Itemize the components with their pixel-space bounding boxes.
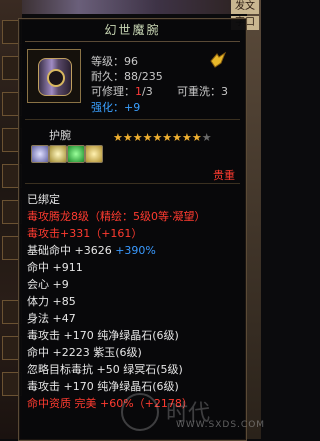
bound-status: 已绑定	[27, 193, 60, 206]
gem-icon-white[interactable]	[31, 145, 49, 163]
right-edge	[247, 0, 261, 439]
attribute-line: 基础命中 +3626 +390%	[27, 242, 156, 258]
attribute-line: 命中 +2223 紫玉(6级)	[27, 346, 142, 359]
enhance-row: 强化：+9	[91, 99, 140, 115]
attribute-line: 忽略目标毒抗 +50 绿冥石(5级)	[27, 363, 183, 376]
attribute-line: 毒攻击+331（+161）	[27, 227, 143, 240]
attribute-line: 毒攻击 +170 纯净绿晶石(6级)	[27, 329, 179, 342]
attribute-line: 体力 +85	[27, 295, 76, 308]
durability-label: 耐久：	[91, 70, 124, 83]
repairable-total: /3	[142, 85, 153, 98]
attribute-line: 毒攻击 +170 纯净绿晶石(6级)	[27, 380, 179, 393]
item-title: 幻世魔腕	[104, 23, 161, 37]
item-type: 护腕	[49, 129, 71, 142]
bracer-icon	[38, 58, 72, 96]
rewash-row: 可重洗：3	[177, 83, 228, 99]
level-row: 等级：96	[91, 53, 138, 69]
expensive-label: 贵重	[213, 169, 235, 182]
repairable-current: 1	[135, 85, 142, 98]
empty-star: ★	[201, 131, 212, 144]
enhance-value: +9	[124, 101, 141, 114]
top-strip	[0, 0, 261, 14]
section-divider	[25, 119, 240, 120]
attribute-line: 会心 +9	[27, 278, 69, 291]
aptitude-line: 命中资质 完美 +60%（+2178）	[27, 397, 193, 410]
item-tooltip: 幻世魔腕 等级：96 耐久：88/235 可修理：1/3 可重洗：3 强化：+9…	[18, 18, 247, 441]
rewash-label: 可重洗：	[177, 85, 221, 98]
star-rating: ★★★★★★★★★★	[113, 131, 212, 144]
repairable-row: 可修理：1/3	[91, 83, 153, 99]
attribute-line: 毒攻腾龙8级（精绘：5级0等·凝望）	[27, 210, 206, 223]
base-hit-text: 基础命中 +3626	[27, 244, 116, 257]
durability-row: 耐久：88/235	[91, 68, 163, 84]
gem-icon-green[interactable]	[67, 145, 85, 163]
item-icon-frame	[27, 49, 81, 103]
durability-value: 88/235	[124, 70, 163, 83]
filled-stars: ★★★★★★★★★	[113, 131, 202, 144]
attribute-line: 命中 +911	[27, 261, 83, 274]
gem-icon-yellow[interactable]	[49, 145, 67, 163]
level-value: 96	[124, 55, 138, 68]
gem-icon-gold[interactable]	[85, 145, 103, 163]
repairable-label: 可修理：	[91, 85, 135, 98]
attribute-line: 身法 +47	[27, 312, 76, 325]
gold-bound-icon	[210, 51, 227, 68]
rewash-value: 3	[221, 85, 228, 98]
level-label: 等级：	[91, 55, 124, 68]
enhance-label: 强化：	[91, 101, 124, 114]
section-divider	[25, 183, 240, 184]
base-hit-bonus: +390%	[115, 244, 156, 257]
title-divider	[25, 41, 240, 42]
top-right-button[interactable]: 发文	[231, 0, 259, 14]
watermark-text: WWW.SXDS.COM	[176, 420, 266, 430]
